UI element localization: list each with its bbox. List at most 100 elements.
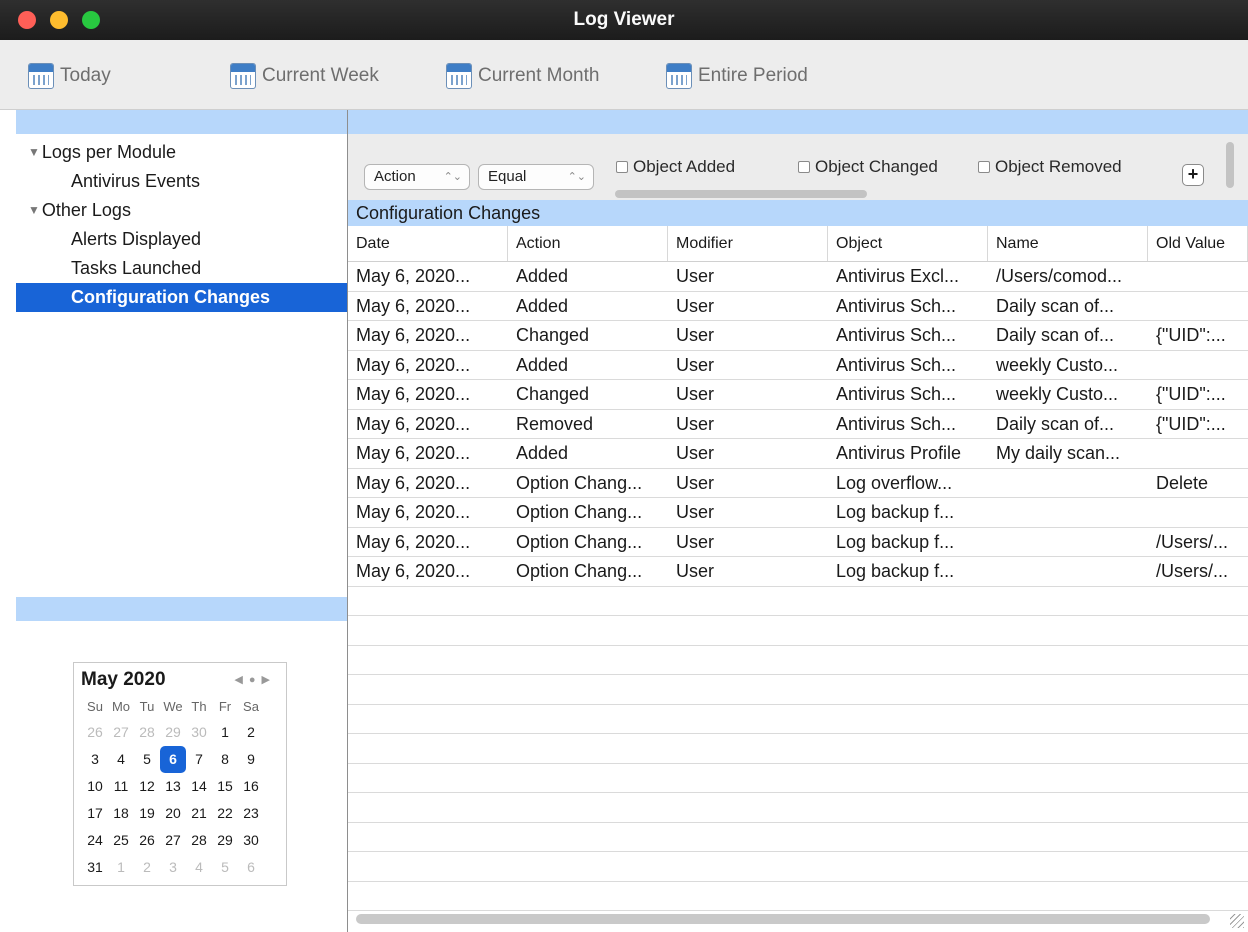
resize-grip-icon[interactable] xyxy=(1230,914,1244,928)
current-month-button[interactable]: Current Month xyxy=(446,62,599,90)
calendar-day[interactable]: 30 xyxy=(186,719,212,746)
calendar-day[interactable]: 8 xyxy=(212,746,238,773)
checkbox-box[interactable] xyxy=(616,161,628,173)
calendar-day[interactable]: 25 xyxy=(108,827,134,854)
table-row[interactable]: May 6, 2020... Added User Antivirus Sch... w… xyxy=(348,351,1248,380)
filter-field-select[interactable]: Action ⌃⌄ xyxy=(364,164,470,190)
tree-group-other-logs[interactable]: ▼ Other Logs xyxy=(16,196,347,225)
calendar-day[interactable]: 2 xyxy=(134,854,160,881)
tree-group-logs-per-module[interactable]: ▼ Logs per Module xyxy=(16,138,347,167)
calendar-day[interactable]: 20 xyxy=(160,800,186,827)
table-row[interactable]: May 6, 2020... Option Chang... User Log bac… xyxy=(348,557,1248,587)
object-removed-checkbox[interactable]: Object Removed xyxy=(978,157,1122,177)
calendar-day[interactable]: 10 xyxy=(82,773,108,800)
today-button[interactable]: Today xyxy=(28,62,111,90)
calendar-day[interactable]: 28 xyxy=(186,827,212,854)
empty-row xyxy=(348,587,1248,616)
calendar-day[interactable]: 5 xyxy=(134,746,160,773)
current-month-dot-icon[interactable]: ● xyxy=(249,674,262,686)
calendar-day[interactable]: 21 xyxy=(186,800,212,827)
object-changed-checkbox[interactable]: Object Changed xyxy=(798,157,938,177)
table-cell: May 6, 2020... xyxy=(356,413,471,434)
filter-vscroll[interactable] xyxy=(1226,142,1234,188)
calendar-day[interactable]: 29 xyxy=(160,719,186,746)
empty-row xyxy=(348,852,1248,882)
main-header-strip xyxy=(348,110,1248,134)
calendar-day[interactable]: 14 xyxy=(186,773,212,800)
table-row[interactable]: May 6, 2020... Added User Antivirus Profile… xyxy=(348,439,1248,469)
calendar-day[interactable]: 29 xyxy=(212,827,238,854)
filter-operator-select[interactable]: Equal ⌃⌄ xyxy=(478,164,594,190)
table-cell: Antivirus Sch... xyxy=(836,325,957,345)
empty-row xyxy=(348,734,1248,764)
calendar-day[interactable]: 27 xyxy=(108,719,134,746)
calendar-day[interactable]: 11 xyxy=(108,773,134,800)
calendar-day[interactable]: 4 xyxy=(108,746,134,773)
checkbox-box[interactable] xyxy=(798,161,810,173)
column-header-old-value[interactable]: Old Value xyxy=(1148,226,1248,261)
disclosure-triangle-icon[interactable]: ▼ xyxy=(28,145,40,159)
sidebar-item-configuration-changes[interactable]: Configuration Changes xyxy=(16,283,347,312)
table-row[interactable]: May 6, 2020... Changed User Antivirus Sch..… xyxy=(348,321,1248,351)
filter-hscroll[interactable] xyxy=(615,190,867,198)
sidebar-item-tasks-launched[interactable]: Tasks Launched xyxy=(16,254,347,283)
calendar-day[interactable]: 4 xyxy=(186,854,212,881)
calendar-day[interactable]: 3 xyxy=(160,854,186,881)
calendar-day[interactable]: 7 xyxy=(186,746,212,773)
entire-period-button[interactable]: Entire Period xyxy=(666,62,808,90)
table-hscroll[interactable] xyxy=(356,914,1210,924)
calendar-day[interactable]: 18 xyxy=(108,800,134,827)
table-row[interactable]: May 6, 2020... Option Chang... User Log bac… xyxy=(348,528,1248,557)
calendar-day[interactable]: 26 xyxy=(134,827,160,854)
calendar-day[interactable]: 23 xyxy=(238,800,264,827)
calendar-day[interactable]: 13 xyxy=(160,773,186,800)
table-cell: {"UID":... xyxy=(1156,325,1226,345)
column-header-name[interactable]: Name xyxy=(988,226,1148,261)
column-header-action[interactable]: Action xyxy=(508,226,668,261)
object-added-checkbox[interactable]: Object Added xyxy=(616,157,735,177)
calendar-day[interactable]: 31 xyxy=(82,854,108,881)
calendar-day[interactable]: 12 xyxy=(134,773,160,800)
calendar-nav[interactable]: ◀●▶ xyxy=(234,673,276,686)
table-row[interactable]: May 6, 2020... Added User Antivirus Excl...… xyxy=(348,262,1248,292)
calendar-day[interactable]: 24 xyxy=(82,827,108,854)
sidebar-item-alerts-displayed[interactable]: Alerts Displayed xyxy=(16,225,347,254)
add-filter-button[interactable]: + xyxy=(1182,164,1204,186)
calendar-day[interactable]: 28 xyxy=(134,719,160,746)
prev-month-icon[interactable]: ◀ xyxy=(234,674,248,686)
table-row[interactable]: May 6, 2020... Removed User Antivirus Sch..… xyxy=(348,410,1248,439)
calendar-day[interactable]: 16 xyxy=(238,773,264,800)
current-week-label: Current Week xyxy=(262,65,379,86)
calendar-day[interactable]: 27 xyxy=(160,827,186,854)
calendar-day[interactable]: 6 xyxy=(160,746,186,773)
table-row[interactable]: May 6, 2020... Option Chang... User Log bac… xyxy=(348,498,1248,528)
calendar-day[interactable]: 22 xyxy=(212,800,238,827)
disclosure-triangle-icon[interactable]: ▼ xyxy=(28,203,40,217)
current-week-button[interactable]: Current Week xyxy=(230,62,379,90)
mini-calendar: May 2020 ◀●▶ Su Mo Tu We Th Fr Sa 26 27 28 29 30 1 2 3… xyxy=(73,662,287,886)
calendar-day[interactable]: 3 xyxy=(82,746,108,773)
calendar-day[interactable]: 1 xyxy=(212,719,238,746)
column-header-object[interactable]: Object xyxy=(828,226,988,261)
calendar-day[interactable]: 2 xyxy=(238,719,264,746)
column-header-modifier[interactable]: Modifier xyxy=(668,226,828,261)
table-row[interactable]: May 6, 2020... Changed User Antivirus Sch..… xyxy=(348,380,1248,410)
calendar-day[interactable]: 30 xyxy=(238,827,264,854)
checkbox-box[interactable] xyxy=(978,161,990,173)
table-cell: Changed xyxy=(516,384,590,404)
calendar-day[interactable]: 15 xyxy=(212,773,238,800)
sidebar-item-antivirus-events[interactable]: Antivirus Events xyxy=(16,167,347,196)
calendar-day[interactable]: 26 xyxy=(82,719,108,746)
calendar-day[interactable]: 9 xyxy=(238,746,264,773)
table-cell xyxy=(1148,262,1248,291)
calendar-day[interactable]: 1 xyxy=(108,854,134,881)
calendar-day[interactable]: 17 xyxy=(82,800,108,827)
table-row[interactable]: May 6, 2020... Option Chang... User Log ove… xyxy=(348,469,1248,498)
calendar-day[interactable]: 19 xyxy=(134,800,160,827)
updown-chevron-icon: ⌃⌄ xyxy=(567,171,586,183)
calendar-day[interactable]: 5 xyxy=(212,854,238,881)
table-row[interactable]: May 6, 2020... Added User Antivirus Sch... D… xyxy=(348,292,1248,321)
next-month-icon[interactable]: ▶ xyxy=(262,674,276,686)
column-header-date[interactable]: Date xyxy=(348,226,508,261)
calendar-day[interactable]: 6 xyxy=(238,854,264,881)
